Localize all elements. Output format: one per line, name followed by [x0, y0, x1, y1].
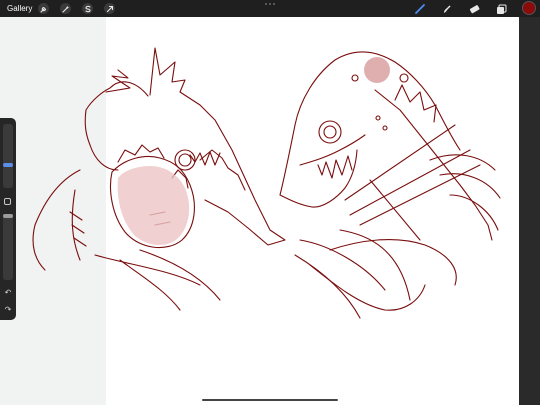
- left-creature-hair: [84, 81, 149, 171]
- brush-size-slider[interactable]: [3, 124, 13, 188]
- left-creature-jaw: [199, 149, 246, 191]
- right-cross-lines: [344, 124, 481, 241]
- eye-dot-1: [399, 73, 409, 83]
- grab-handle[interactable]: [265, 3, 275, 5]
- magic-wand-icon[interactable]: [60, 3, 72, 14]
- nostril-dot-2: [382, 125, 388, 131]
- gallery-button[interactable]: Gallery: [7, 4, 32, 13]
- right-creature-spikes: [394, 84, 437, 123]
- opacity-thumb[interactable]: [3, 214, 13, 218]
- selection-s-icon[interactable]: [82, 3, 94, 14]
- right-head-fill: [364, 57, 390, 83]
- eye-dot-2: [351, 74, 359, 82]
- right-creature-neck: [374, 89, 493, 241]
- nostril-dot: [375, 115, 381, 121]
- brush-sidebar: ↶ ↷: [0, 118, 16, 320]
- drawing-canvas[interactable]: [0, 17, 519, 405]
- arrow-cursor-icon[interactable]: [104, 3, 116, 14]
- brush-icon[interactable]: [413, 2, 427, 15]
- undo-icon[interactable]: ↶: [3, 288, 13, 298]
- brush-size-thumb[interactable]: [3, 163, 13, 167]
- swirl-mark-left-outer: [174, 149, 196, 171]
- swirl-mark-right-outer: [318, 120, 342, 144]
- active-color-swatch[interactable]: [523, 2, 535, 14]
- right-creature-teeth: [317, 155, 353, 179]
- top-toolbar: Gallery: [0, 0, 540, 17]
- swirl-mark-right: [323, 125, 337, 139]
- smudge-icon[interactable]: [440, 2, 454, 15]
- home-indicator: [202, 399, 338, 401]
- right-edge-strip: [519, 17, 540, 405]
- opacity-slider[interactable]: [3, 214, 13, 280]
- swirl-mark-left: [178, 153, 192, 167]
- sketch-artwork: [32, 47, 501, 319]
- left-body-shoulder: [119, 249, 221, 311]
- layers-icon[interactable]: [494, 2, 508, 15]
- left-claw-fill: [117, 166, 190, 245]
- redo-icon[interactable]: ↷: [3, 305, 13, 315]
- wrench-icon[interactable]: [38, 3, 50, 14]
- eraser-icon[interactable]: [467, 2, 481, 15]
- modify-button[interactable]: [4, 198, 11, 205]
